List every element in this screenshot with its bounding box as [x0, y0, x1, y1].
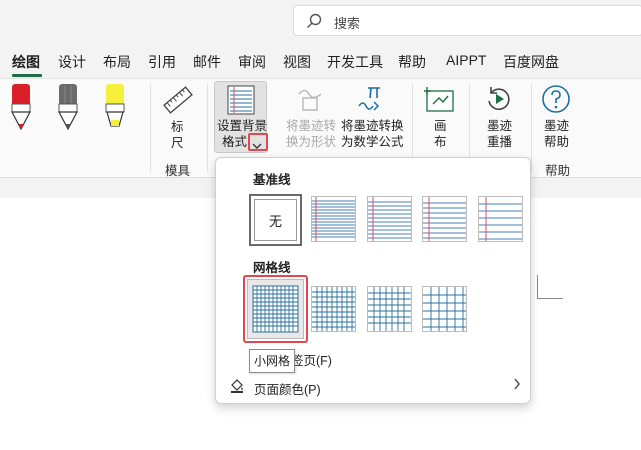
ink-replay-label-line2: 重播 — [487, 135, 513, 149]
lined-page-icon — [227, 85, 255, 118]
large-grid-option[interactable] — [367, 286, 412, 332]
section-title-ruled: 基准线 — [253, 173, 291, 187]
page-margin-corner — [537, 275, 538, 299]
help-icon[interactable] — [541, 84, 571, 117]
ink-help-label-line1: 墨迹 — [544, 119, 570, 133]
ribbon-separator — [207, 84, 208, 172]
tab-layout[interactable]: 布局 — [103, 52, 131, 72]
tab-baidu-netdisk[interactable]: 百度网盘 — [503, 52, 559, 72]
ink-to-math-label-line2[interactable]: 为数学公式 — [341, 134, 404, 150]
ruler-label-line2: 尺 — [171, 136, 184, 150]
search-box[interactable]: 搜索 — [293, 5, 641, 36]
canvas-label-line2: 布 — [434, 135, 447, 149]
yellow-highlighter-icon[interactable] — [102, 82, 128, 135]
chevron-right-icon — [513, 378, 521, 393]
none-label: 无 — [268, 213, 282, 229]
ink-to-math-icon[interactable] — [356, 84, 386, 117]
tab-review[interactable]: 审阅 — [238, 52, 266, 72]
ink-replay-icon[interactable] — [484, 84, 514, 117]
ribbon-separator — [531, 84, 532, 172]
ribbon-tabs: 绘图 设计 布局 引用 邮件 审阅 视图 开发工具 帮助 AIPPT 百度网盘 — [0, 48, 641, 78]
ruler-label-line1: 标 — [171, 120, 184, 134]
tab-design[interactable]: 设计 — [58, 52, 86, 72]
search-placeholder: 搜索 — [334, 16, 361, 31]
ribbon-separator — [150, 84, 151, 172]
tab-draw[interactable]: 绘图 — [12, 52, 40, 72]
tab-view[interactable]: 视图 — [283, 52, 311, 72]
ink-to-shape-icon — [295, 84, 325, 117]
chevron-down-icon — [252, 138, 262, 153]
menu-item-page-color[interactable]: 页面颜色(P) — [254, 379, 321, 398]
ink-to-shape-label-line2: 换为形状 — [286, 135, 337, 149]
small-grid-highlight — [243, 275, 308, 343]
title-bar: 搜索 — [0, 0, 641, 44]
medium-grid-option[interactable] — [311, 286, 356, 332]
background-format-label-line1: 设置背景 — [217, 119, 268, 133]
red-pen-icon[interactable] — [8, 82, 34, 135]
canvas-label-line1: 画 — [434, 119, 447, 133]
ruler-icon[interactable] — [162, 84, 194, 119]
group-label-help: 帮助 — [545, 164, 571, 178]
gray-pencil-icon[interactable] — [55, 82, 81, 135]
page-margin-corner — [537, 298, 563, 299]
ink-replay-label-line1: 墨迹 — [487, 119, 513, 133]
ruled-narrow-option[interactable] — [311, 196, 356, 242]
ruled-college-option[interactable] — [367, 196, 412, 242]
paint-bucket-icon — [229, 378, 245, 397]
ruled-standard-option[interactable] — [422, 196, 467, 242]
tooltip: 小网格 — [249, 349, 296, 373]
ink-to-math-label-line1[interactable]: 将墨迹转换 — [341, 118, 404, 134]
extra-large-grid-option[interactable] — [422, 286, 467, 332]
drawing-canvas-icon[interactable] — [424, 84, 456, 117]
background-format-label-line2: 格式 — [222, 135, 248, 149]
menu-item-partial[interactable]: 签页(F) — [291, 350, 332, 369]
tab-aippt[interactable]: AIPPT — [446, 52, 486, 68]
search-icon — [306, 13, 322, 32]
tab-developer[interactable]: 开发工具 — [327, 52, 383, 72]
tab-mailings[interactable]: 邮件 — [193, 52, 221, 72]
ruled-none-option[interactable]: 无 — [249, 194, 302, 246]
ink-to-shape-label-line1: 将墨迹转 — [286, 119, 337, 133]
active-tab-indicator — [12, 74, 42, 77]
section-title-grid: 网格线 — [253, 261, 291, 275]
ruled-wide-option[interactable] — [478, 196, 523, 242]
tab-references[interactable]: 引用 — [148, 52, 176, 72]
ink-help-label-line2: 帮助 — [544, 135, 570, 149]
tab-help[interactable]: 帮助 — [398, 52, 426, 72]
group-label-stencils: 模具 — [165, 164, 191, 178]
